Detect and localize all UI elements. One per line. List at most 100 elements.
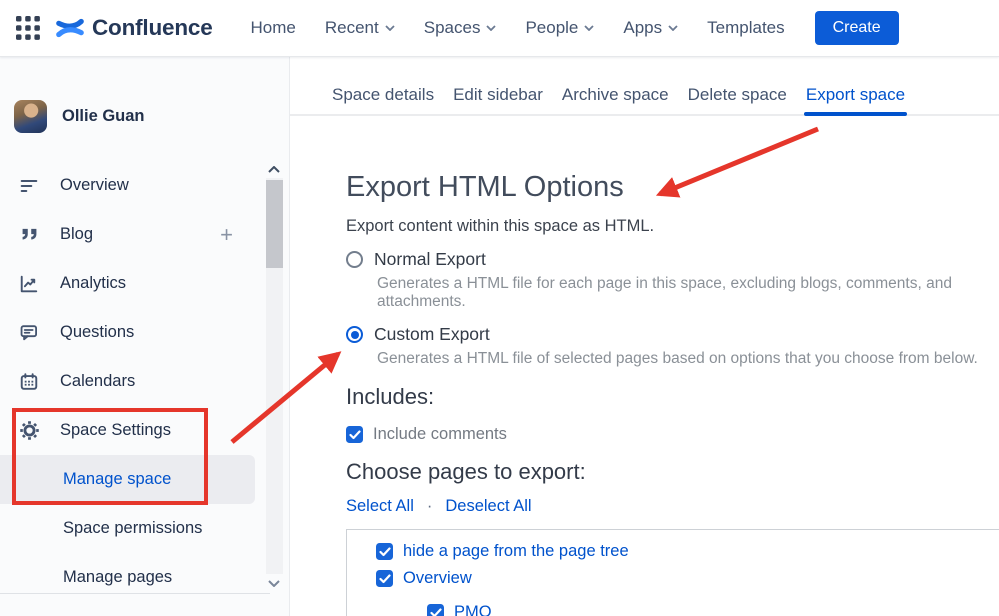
space-header[interactable]: Ollie Guan (14, 100, 289, 133)
checkbox-tree-item[interactable] (376, 543, 393, 560)
analytics-icon (18, 273, 40, 295)
nav-item-label: Spaces (423, 18, 481, 37)
includes-heading: Includes: (346, 384, 435, 409)
select-all-link[interactable]: Select All (346, 497, 414, 516)
scrollbar-thumb[interactable] (265, 180, 283, 268)
chevron-up-icon[interactable] (264, 160, 284, 178)
export-intro: Export content within this space as HTML… (346, 217, 655, 235)
deselect-all-link[interactable]: Deselect All (445, 497, 531, 516)
tree-item-label[interactable]: PMO (454, 603, 492, 616)
tab-space-details[interactable]: Space details (332, 85, 434, 105)
top-navigation: Confluence Home Recent Spaces People App… (0, 0, 999, 57)
normal-export-option[interactable]: Normal Export (346, 249, 999, 270)
overview-icon (18, 175, 40, 197)
tree-item-label[interactable]: hide a page from the page tree (403, 542, 629, 561)
chevron-down-icon (385, 25, 395, 31)
radio-normal-export[interactable] (346, 251, 363, 268)
page-title: Export HTML Options (346, 171, 624, 203)
checkbox-label: Include comments (373, 425, 507, 443)
page-body: Ollie Guan Overview Blog + Analytics Que… (0, 57, 999, 616)
tree-item-pmo[interactable]: PMO (427, 603, 999, 616)
nav-item-label: Recent (324, 18, 379, 37)
apps-grid-icon[interactable] (16, 16, 40, 40)
space-sidebar: Ollie Guan Overview Blog + Analytics Que… (0, 57, 290, 616)
sidebar-item-calendars[interactable]: Calendars (0, 357, 289, 406)
calendar-icon (18, 371, 40, 393)
export-content: Export HTML Options Export content withi… (290, 171, 999, 616)
sidebar-item-label: Blog (60, 225, 94, 243)
sidebar-item-overview[interactable]: Overview (0, 161, 289, 210)
sidebar-divider (0, 593, 270, 594)
sidebar-item-label: Questions (60, 323, 135, 341)
tab-delete-space[interactable]: Delete space (688, 85, 787, 105)
checkbox-include-comments[interactable] (346, 426, 363, 443)
check-icon (378, 573, 391, 583)
tab-export-space[interactable]: Export space (803, 85, 908, 116)
confluence-brand[interactable]: Confluence (55, 13, 213, 43)
space-title: Ollie Guan (62, 107, 145, 125)
nav-item-apps[interactable]: Apps (623, 18, 678, 38)
sidebar-item-analytics[interactable]: Analytics (0, 259, 289, 308)
questions-icon (18, 322, 40, 344)
chevron-down-icon (584, 25, 595, 31)
brand-name: Confluence (92, 15, 213, 40)
nav-item-people[interactable]: People (525, 18, 595, 38)
confluence-logo-icon (55, 13, 85, 43)
tab-edit-sidebar[interactable]: Edit sidebar (453, 85, 543, 105)
include-comments-row[interactable]: Include comments (346, 425, 999, 444)
user-avatar (14, 100, 47, 133)
nav-item-spaces[interactable]: Spaces (424, 18, 497, 38)
sidebar-scrollbar[interactable] (264, 160, 284, 592)
tab-archive-space[interactable]: Archive space (562, 85, 669, 105)
radio-custom-export[interactable] (346, 326, 363, 343)
checkbox-tree-item[interactable] (376, 570, 393, 587)
tree-item-overview[interactable]: Overview (376, 569, 999, 588)
sidebar-item-questions[interactable]: Questions (0, 308, 289, 357)
check-icon (348, 429, 361, 439)
nav-item-label: Home (250, 18, 296, 37)
check-icon (429, 607, 442, 616)
chevron-down-icon[interactable] (264, 574, 284, 592)
sidebar-item-blog[interactable]: Blog + (0, 210, 289, 259)
custom-export-description: Generates a HTML file of selected pages … (377, 350, 978, 367)
settings-tabs: Space details Edit sidebar Archive space… (290, 57, 999, 116)
select-links-row: Select All · Deselect All (346, 497, 999, 516)
nav-item-label: People (525, 18, 579, 37)
sidebar-item-label: Space Settings (60, 421, 171, 439)
sidebar-item-label: Space permissions (63, 519, 203, 537)
main-content: Space details Edit sidebar Archive space… (290, 57, 999, 616)
sidebar-item-manage-pages[interactable]: Manage pages (0, 553, 289, 602)
sidebar-item-label: Manage pages (63, 568, 173, 586)
dot-separator: · (426, 497, 433, 515)
sidebar-item-label: Overview (60, 176, 129, 194)
choose-pages-heading: Choose pages to export: (346, 459, 586, 484)
nav-item-home[interactable]: Home (251, 18, 296, 38)
sidebar-item-space-settings[interactable]: Space Settings (0, 406, 289, 455)
nav-item-recent[interactable]: Recent (325, 18, 395, 38)
gear-icon (18, 420, 40, 442)
normal-export-description: Generates a HTML file for each page in t… (377, 275, 952, 310)
create-button[interactable]: Create (814, 11, 899, 45)
chevron-down-icon (486, 25, 497, 31)
nav-item-templates[interactable]: Templates (707, 18, 784, 38)
plus-icon[interactable]: + (220, 223, 233, 246)
check-icon (378, 546, 391, 556)
radio-label: Custom Export (374, 324, 490, 344)
scrollbar-track[interactable] (265, 178, 283, 574)
page-tree-panel: hide a page from the page tree Overview … (346, 529, 999, 616)
chevron-down-icon (668, 25, 678, 31)
sidebar-menu: Overview Blog + Analytics Questions Cale… (0, 161, 289, 602)
tree-item-label[interactable]: Overview (403, 569, 472, 588)
custom-export-option[interactable]: Custom Export (346, 324, 999, 345)
sidebar-item-space-permissions[interactable]: Space permissions (0, 504, 289, 553)
radio-label: Normal Export (374, 249, 486, 269)
sidebar-item-label: Calendars (60, 372, 136, 390)
nav-item-label: Templates (707, 18, 785, 37)
checkbox-tree-item[interactable] (427, 604, 444, 616)
sidebar-item-manage-space[interactable]: Manage space (0, 455, 255, 504)
tree-item-hide-page[interactable]: hide a page from the page tree (376, 542, 999, 561)
nav-menu: Home Recent Spaces People Apps Templates (251, 18, 785, 38)
blog-icon (18, 224, 40, 246)
nav-item-label: Apps (623, 18, 663, 37)
sidebar-item-label: Analytics (60, 274, 127, 292)
